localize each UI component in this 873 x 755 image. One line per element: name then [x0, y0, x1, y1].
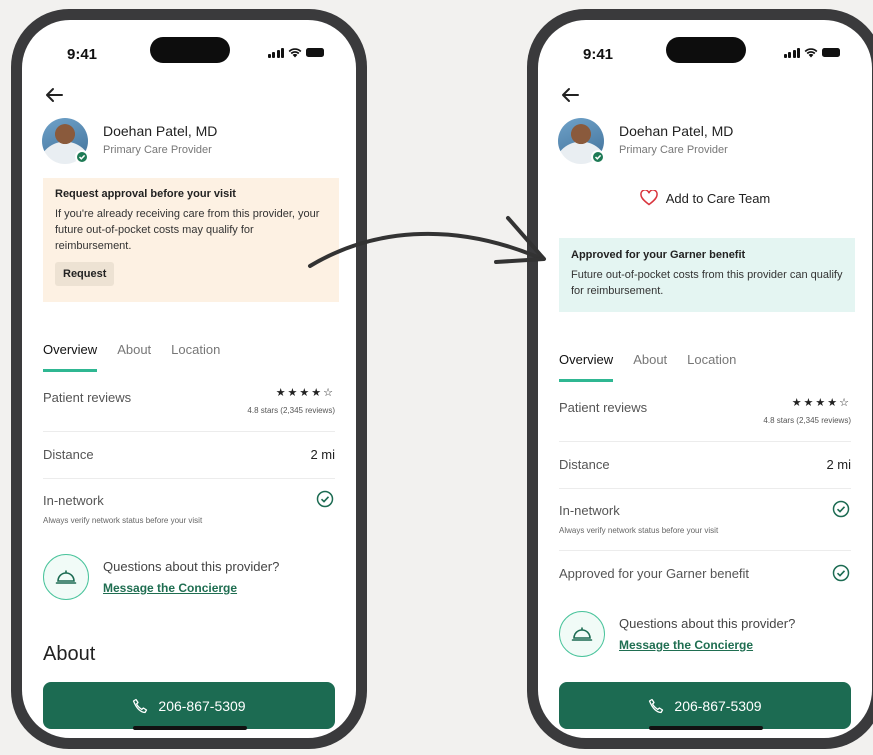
divider: [43, 431, 335, 432]
about-heading: About: [43, 643, 96, 665]
provider-role: Primary Care Provider: [619, 144, 728, 156]
add-to-care-team-button[interactable]: Add to Care Team: [538, 190, 872, 206]
call-button[interactable]: 206-867-5309: [43, 682, 335, 729]
call-button-label: 206-867-5309: [674, 697, 762, 714]
back-arrow-icon[interactable]: [559, 84, 581, 106]
phone-icon: [649, 698, 664, 713]
dynamic-island: [150, 37, 230, 63]
benefit-label: Approved for your Garner benefit: [559, 566, 750, 581]
distance-label: Distance: [43, 447, 94, 462]
care-team-label: Add to Care Team: [665, 190, 771, 206]
check-circle-icon: [316, 490, 334, 508]
screen-left: 9:41 Doehan Patel, MD Primary Care Provi…: [22, 20, 356, 738]
benefit-card-text: Future out-of-pocket costs from this pro…: [571, 269, 843, 297]
status-time: 9:41: [67, 46, 98, 63]
divider: [559, 441, 851, 442]
status-icons: [783, 47, 840, 58]
approval-card-title: Request approval before your visit: [55, 188, 236, 200]
bell-icon: [55, 570, 77, 584]
tab-bar: Overview About Location: [43, 342, 220, 372]
provider-role: Primary Care Provider: [103, 144, 212, 156]
provider-name: Doehan Patel, MD: [103, 123, 218, 139]
concierge-icon: [559, 611, 605, 657]
message-concierge-link[interactable]: Message the Concierge: [103, 581, 237, 595]
request-button[interactable]: Request: [55, 262, 115, 286]
signal-icon: [783, 47, 800, 58]
reviews-label: Patient reviews: [43, 390, 132, 405]
signal-icon: [267, 47, 284, 58]
tab-about[interactable]: About: [117, 342, 151, 372]
screen-right: 9:41 Doehan Patel, MD Primary Care Provi…: [538, 20, 872, 738]
home-indicator: [133, 726, 247, 730]
tab-location[interactable]: Location: [171, 342, 220, 372]
network-label: In-network: [559, 503, 620, 518]
dynamic-island: [666, 37, 746, 63]
home-indicator: [649, 726, 763, 730]
tab-bar: Overview About Location: [559, 352, 736, 382]
rating-stars: ★★★★☆: [275, 387, 335, 399]
heart-icon: [639, 190, 658, 206]
phone-frame-left: 9:41 Doehan Patel, MD Primary Care Provi…: [11, 9, 367, 749]
wifi-icon: [288, 48, 302, 58]
concierge-icon: [43, 554, 89, 600]
benefit-card-title: Approved for your Garner benefit: [571, 249, 746, 261]
divider: [43, 478, 335, 479]
network-label: In-network: [43, 493, 104, 508]
rating-summary: 4.8 stars (2,345 reviews): [763, 416, 851, 425]
tab-overview[interactable]: Overview: [43, 342, 98, 372]
phone-icon: [133, 698, 148, 713]
network-note: Always verify network status before your…: [43, 516, 203, 525]
phone-frame-right: 9:41 Doehan Patel, MD Primary Care Provi…: [527, 9, 873, 749]
rating-summary: 4.8 stars (2,345 reviews): [247, 406, 335, 415]
distance-label: Distance: [559, 457, 610, 472]
check-circle-icon: [832, 500, 850, 518]
bell-icon: [571, 627, 593, 641]
benefit-approved-card: Approved for your Garner benefit Future …: [559, 238, 855, 312]
call-button-label: 206-867-5309: [158, 697, 246, 714]
tab-about[interactable]: About: [633, 352, 667, 382]
approval-request-card: Request approval before your visit If yo…: [43, 178, 339, 302]
concierge-question: Questions about this provider?: [103, 559, 280, 574]
transition-arrow: [308, 216, 546, 268]
reviews-label: Patient reviews: [559, 400, 648, 415]
verified-badge-icon: [591, 150, 605, 164]
provider-name: Doehan Patel, MD: [619, 123, 734, 139]
divider: [559, 488, 851, 489]
message-concierge-link[interactable]: Message the Concierge: [619, 638, 753, 652]
rating-stars: ★★★★☆: [791, 397, 851, 409]
status-time: 9:41: [583, 46, 614, 63]
battery-icon: [822, 48, 840, 57]
status-icons: [267, 47, 324, 58]
divider: [559, 550, 851, 551]
tab-overview[interactable]: Overview: [559, 352, 614, 382]
battery-icon: [306, 48, 324, 57]
approval-card-text: If you're already receiving care from th…: [55, 208, 320, 252]
back-arrow-icon[interactable]: [43, 84, 65, 106]
wifi-icon: [804, 48, 818, 58]
verified-badge-icon: [75, 150, 89, 164]
distance-value: 2 mi: [826, 457, 851, 472]
network-note: Always verify network status before your…: [559, 526, 719, 535]
check-circle-icon: [832, 564, 850, 582]
concierge-question: Questions about this provider?: [619, 616, 796, 631]
tab-location[interactable]: Location: [687, 352, 736, 382]
call-button[interactable]: 206-867-5309: [559, 682, 851, 729]
distance-value: 2 mi: [310, 447, 335, 462]
